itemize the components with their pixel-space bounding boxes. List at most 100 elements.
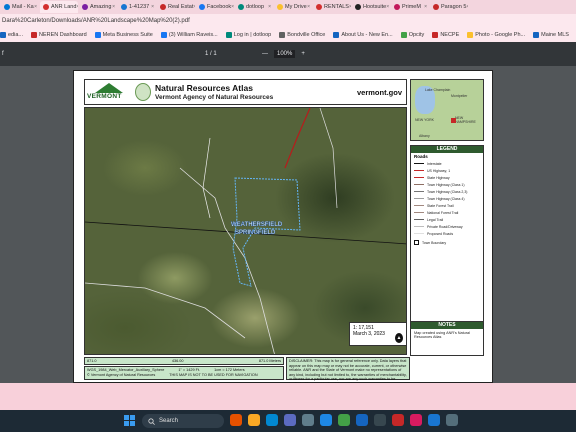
settings-icon[interactable] bbox=[302, 414, 314, 426]
app-pink-icon[interactable] bbox=[410, 414, 422, 426]
bookmark-item[interactable]: Maine MLS bbox=[533, 32, 569, 38]
scale-mid: 436.00 bbox=[171, 359, 184, 363]
browser-tab[interactable]: Real Estat × bbox=[157, 1, 195, 13]
close-icon[interactable]: × bbox=[349, 4, 351, 10]
bookmark-icon bbox=[94, 32, 101, 38]
browser-tab[interactable]: Amazing × bbox=[79, 1, 117, 13]
browser-tab[interactable]: dotloop × bbox=[235, 1, 273, 13]
notes-header: NOTES bbox=[411, 322, 483, 329]
map-title: Natural Resources Atlas bbox=[155, 83, 253, 93]
town-boundary-swatch bbox=[414, 240, 419, 245]
close-icon[interactable]: × bbox=[424, 4, 427, 10]
scale-right: 871.0 Meters bbox=[258, 359, 281, 363]
browser-tab[interactable]: Facebook × bbox=[196, 1, 234, 13]
bookmark-item[interactable]: Photo - Google Ph... bbox=[467, 32, 525, 38]
legend-swatch bbox=[414, 225, 424, 228]
town-road bbox=[85, 282, 246, 339]
scale-left: 871.0 bbox=[87, 359, 97, 363]
tab-label: Facebook bbox=[207, 4, 232, 10]
windows-start-icon[interactable] bbox=[124, 415, 136, 427]
legend-swatch bbox=[414, 211, 424, 214]
close-icon[interactable]: × bbox=[231, 4, 234, 10]
app-blue-icon[interactable] bbox=[428, 414, 440, 426]
pdf-page: VERMONT Natural Resources Atlas Vermont … bbox=[73, 70, 493, 386]
map-legend: LEGEND Roads Interstate US Highway; 1 Stat… bbox=[410, 145, 484, 335]
address-bar[interactable]: Dara%20Carleton/Downloads/ANR%20Landscap… bbox=[0, 14, 576, 28]
legend-label: State Forest Trail bbox=[427, 203, 454, 208]
close-icon[interactable]: × bbox=[76, 4, 78, 10]
legend-label: Legal Trail bbox=[427, 217, 444, 222]
bookmark-label: Log in | dotloop bbox=[233, 32, 272, 38]
page-indicator[interactable]: 1 / 1 bbox=[205, 51, 217, 57]
bookmark-item[interactable]: Meta Business Suite bbox=[94, 32, 153, 38]
search-label: Search bbox=[159, 418, 179, 424]
legend-swatch bbox=[414, 162, 424, 165]
edge-icon[interactable] bbox=[266, 414, 278, 426]
browser-tab[interactable]: Hootsuite × bbox=[352, 1, 390, 13]
bookmark-item[interactable]: About Us - New En... bbox=[333, 32, 393, 38]
bookmark-item[interactable]: NECPE bbox=[432, 32, 459, 38]
legend-label: Town Highway (Class 1) bbox=[427, 182, 465, 187]
locator-label: Lake Champlain bbox=[425, 88, 451, 92]
zoom-out-button[interactable]: — bbox=[262, 51, 268, 57]
legend-swatch bbox=[414, 169, 424, 172]
tab-favicon-icon bbox=[82, 4, 88, 10]
bookmark-item[interactable]: Bondville Office bbox=[279, 32, 325, 38]
pdf-viewport[interactable]: VERMONT Natural Resources Atlas Vermont … bbox=[0, 66, 576, 386]
close-icon[interactable]: × bbox=[193, 4, 195, 10]
browser-tab[interactable]: ANR Land × bbox=[40, 1, 78, 13]
town-label-weathersfield: WEATHERSFIELD bbox=[231, 222, 283, 228]
close-icon[interactable]: × bbox=[268, 4, 271, 10]
browser-tab[interactable]: PrimeM × bbox=[391, 1, 429, 13]
tab-favicon-icon bbox=[160, 4, 166, 10]
zoom-in-button[interactable]: + bbox=[301, 51, 305, 57]
word-icon[interactable] bbox=[356, 414, 368, 426]
app-gray-icon[interactable] bbox=[446, 414, 458, 426]
store-icon[interactable] bbox=[320, 414, 332, 426]
legend-row: Town Highway (Class 1) bbox=[411, 181, 483, 188]
tab-favicon-icon bbox=[355, 4, 361, 10]
zoom-level[interactable]: 100% bbox=[274, 50, 296, 58]
bookmark-item[interactable]: Log in | dotloop bbox=[225, 32, 272, 38]
browser-tab[interactable]: Paragon 5 × bbox=[430, 1, 468, 13]
close-icon[interactable]: × bbox=[112, 4, 115, 10]
state-highway-road bbox=[284, 108, 311, 169]
browser-tab[interactable]: 1-41237 × bbox=[118, 1, 156, 13]
widgets-icon[interactable] bbox=[230, 414, 242, 426]
browser-tab[interactable]: Mail - Ka × bbox=[1, 1, 39, 13]
map-footer: 871.0 436.00 871.0 Meters WGS_1984_Web_M… bbox=[84, 357, 484, 386]
map-header: VERMONT Natural Resources Atlas Vermont … bbox=[84, 79, 407, 105]
teams-icon[interactable] bbox=[284, 414, 296, 426]
close-icon[interactable]: × bbox=[466, 4, 468, 10]
url-text[interactable]: Dara%20Carleton/Downloads/ANR%20Landscap… bbox=[2, 18, 190, 24]
chrome-icon[interactable] bbox=[338, 414, 350, 426]
bookmark-item[interactable]: (3) William Raveis... bbox=[160, 32, 218, 38]
tab-favicon-icon bbox=[43, 4, 49, 10]
file-explorer-icon[interactable] bbox=[248, 414, 260, 426]
browser-tab[interactable]: RENTALS × bbox=[313, 1, 351, 13]
taskbar-search[interactable]: Search bbox=[142, 414, 224, 428]
legend-header: LEGEND bbox=[411, 146, 483, 153]
app-dark-icon[interactable] bbox=[374, 414, 386, 426]
bookmark-icon bbox=[279, 32, 286, 38]
locator-label: NEW YORK bbox=[415, 118, 434, 122]
close-icon[interactable]: × bbox=[34, 4, 37, 10]
bookmark-item[interactable]: Opcity bbox=[400, 32, 424, 38]
tab-label: Hootsuite bbox=[363, 4, 387, 10]
legend-swatch bbox=[414, 232, 424, 235]
bookmark-icon bbox=[533, 32, 540, 38]
bookmark-item[interactable]: NEREN Dashboard bbox=[30, 32, 87, 38]
close-icon[interactable]: × bbox=[386, 4, 389, 10]
bookmark-icon bbox=[160, 32, 167, 38]
locator-map: Lake Champlain Montpelier NEW HAMPSHIRE … bbox=[410, 79, 484, 141]
close-icon[interactable]: × bbox=[151, 4, 154, 10]
browser-tab[interactable]: My Drive × bbox=[274, 1, 312, 13]
legend-row: National Forest Trail bbox=[411, 209, 483, 216]
close-icon[interactable]: × bbox=[307, 4, 310, 10]
app-red-icon[interactable] bbox=[392, 414, 404, 426]
legend-swatch bbox=[414, 183, 424, 186]
tab-label: Paragon 5 bbox=[441, 4, 467, 10]
legend-label: Private Road/Driveway bbox=[427, 224, 463, 229]
legend-label: State Highway bbox=[427, 175, 450, 180]
bookmark-item[interactable]: edia... bbox=[0, 32, 23, 38]
